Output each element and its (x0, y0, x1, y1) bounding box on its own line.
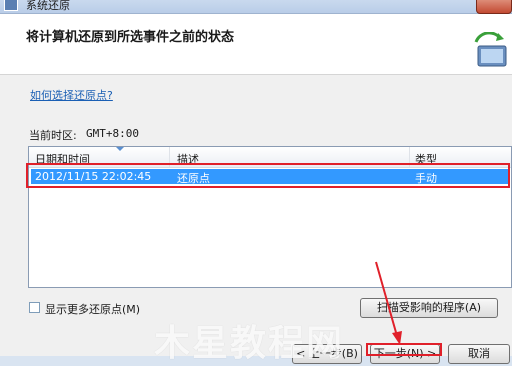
red-arrow-annotation (375, 261, 402, 345)
watermark: 木星教程网 (154, 323, 345, 364)
system-restore-window: 系统还原 将计算机还原到所选事件之前的状态 如何选择还原点? 当前时区: GMT… (0, 0, 512, 364)
